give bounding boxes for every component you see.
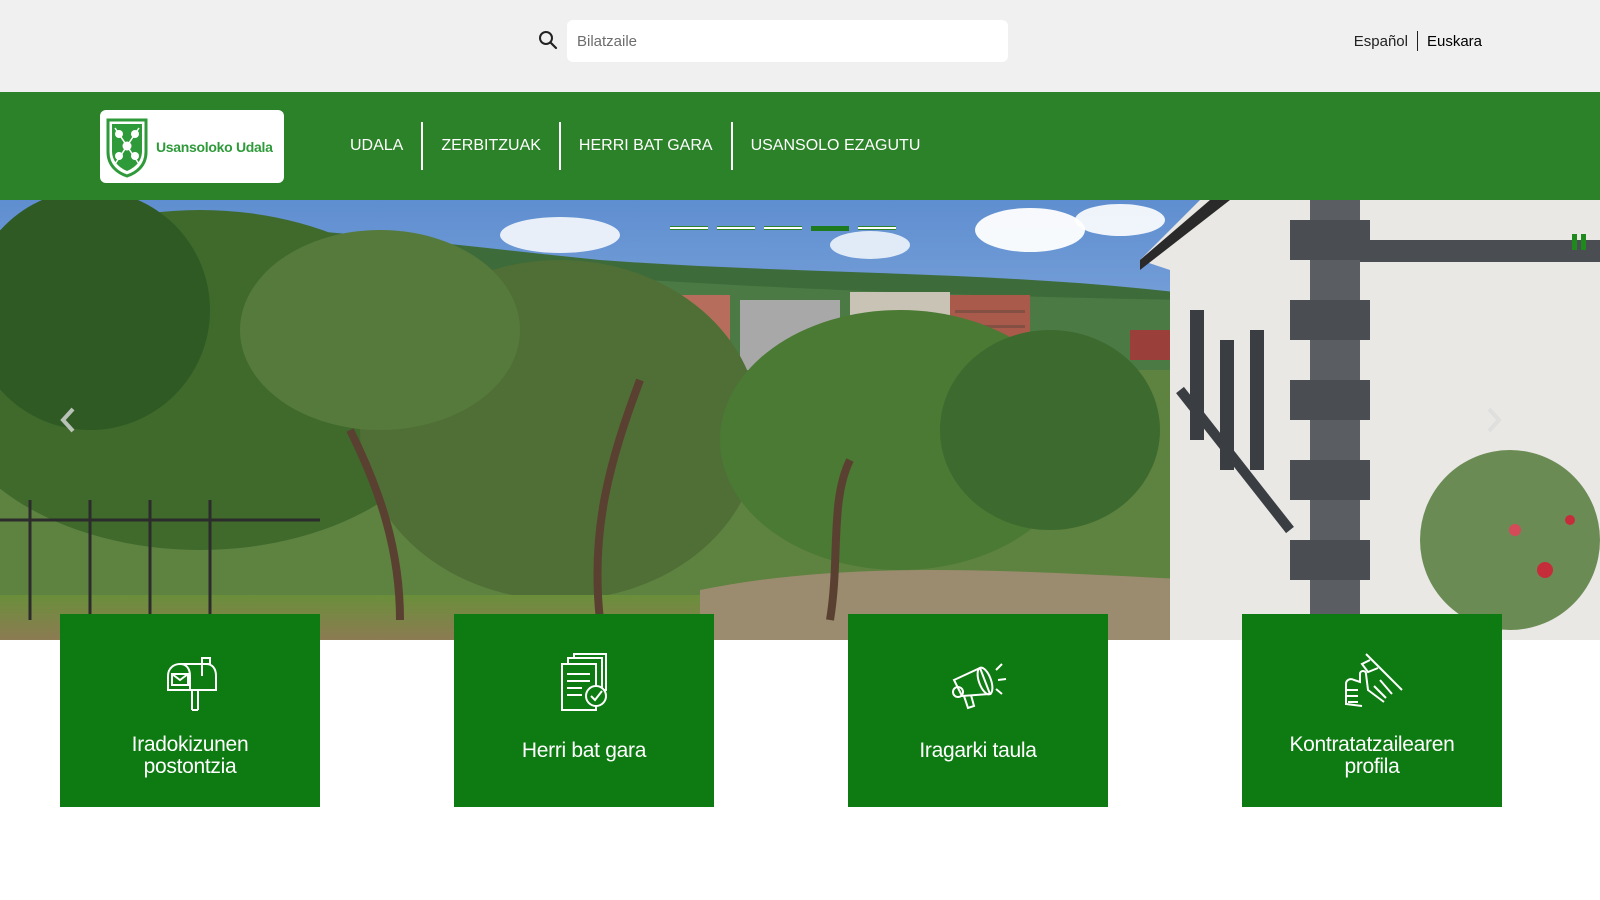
- card-label: Herri bat gara: [521, 739, 647, 762]
- card-contractor-profile[interactable]: Kontratatzailearen profila: [1242, 614, 1502, 807]
- main-navbar: Usansoloko Udala UDALA ZERBITZUAK HERRI …: [0, 92, 1600, 200]
- card-suggestions-mailbox[interactable]: Iradokizunen postontzia: [60, 614, 320, 807]
- search-icon[interactable]: [538, 30, 558, 50]
- lang-divider: [1416, 31, 1418, 51]
- carousel-indicator[interactable]: [858, 226, 896, 230]
- carousel-indicators: [670, 226, 896, 231]
- carousel-next-arrow-icon[interactable]: [1482, 405, 1506, 435]
- megaphone-icon: [952, 663, 1007, 710]
- card-label: Iradokizunen postontzia: [131, 733, 249, 778]
- carousel-indicator-active[interactable]: [811, 226, 849, 231]
- site-logo[interactable]: Usansoloko Udala: [100, 110, 284, 183]
- carousel-indicator[interactable]: [764, 226, 802, 230]
- shield-logo-icon: [106, 118, 148, 178]
- logo-text: Usansoloko Udala: [156, 138, 273, 155]
- card-iragarki-taula[interactable]: Iragarki taula: [848, 614, 1108, 807]
- documents-check-icon: [561, 653, 607, 711]
- card-label: Iragarki taula: [919, 739, 1037, 762]
- search-input[interactable]: [567, 20, 1008, 62]
- carousel-indicator[interactable]: [717, 226, 755, 230]
- card-herri-bat-gara[interactable]: Herri bat gara: [454, 614, 714, 807]
- main-menu: UDALA ZERBITZUAK HERRI BAT GARA USANSOLO…: [332, 122, 938, 170]
- handshake-icon: [1345, 653, 1403, 707]
- nav-item-usansolo-ezagutu[interactable]: USANSOLO EZAGUTU: [733, 122, 939, 170]
- nav-item-herri-bat-gara[interactable]: HERRI BAT GARA: [561, 122, 731, 170]
- quick-links: Iradokizunen postontzia Herri bat gara I…: [0, 614, 1600, 808]
- carousel-prev-arrow-icon[interactable]: [56, 405, 80, 435]
- hero-slide-image: [0, 200, 1600, 640]
- language-switcher: Español Euskara: [1354, 31, 1482, 51]
- lang-spanish[interactable]: Español: [1354, 33, 1408, 50]
- top-bar: Español Euskara: [0, 0, 1600, 92]
- lang-basque[interactable]: Euskara: [1427, 33, 1482, 50]
- carousel-indicator[interactable]: [670, 226, 708, 230]
- card-label: Kontratatzailearen profila: [1289, 733, 1455, 778]
- nav-item-udala[interactable]: UDALA: [332, 122, 421, 170]
- hero-carousel: [0, 200, 1600, 640]
- mailbox-icon: [167, 657, 217, 711]
- carousel-pause-icon[interactable]: [1570, 233, 1588, 251]
- nav-item-zerbitzuak[interactable]: ZERBITZUAK: [423, 122, 559, 170]
